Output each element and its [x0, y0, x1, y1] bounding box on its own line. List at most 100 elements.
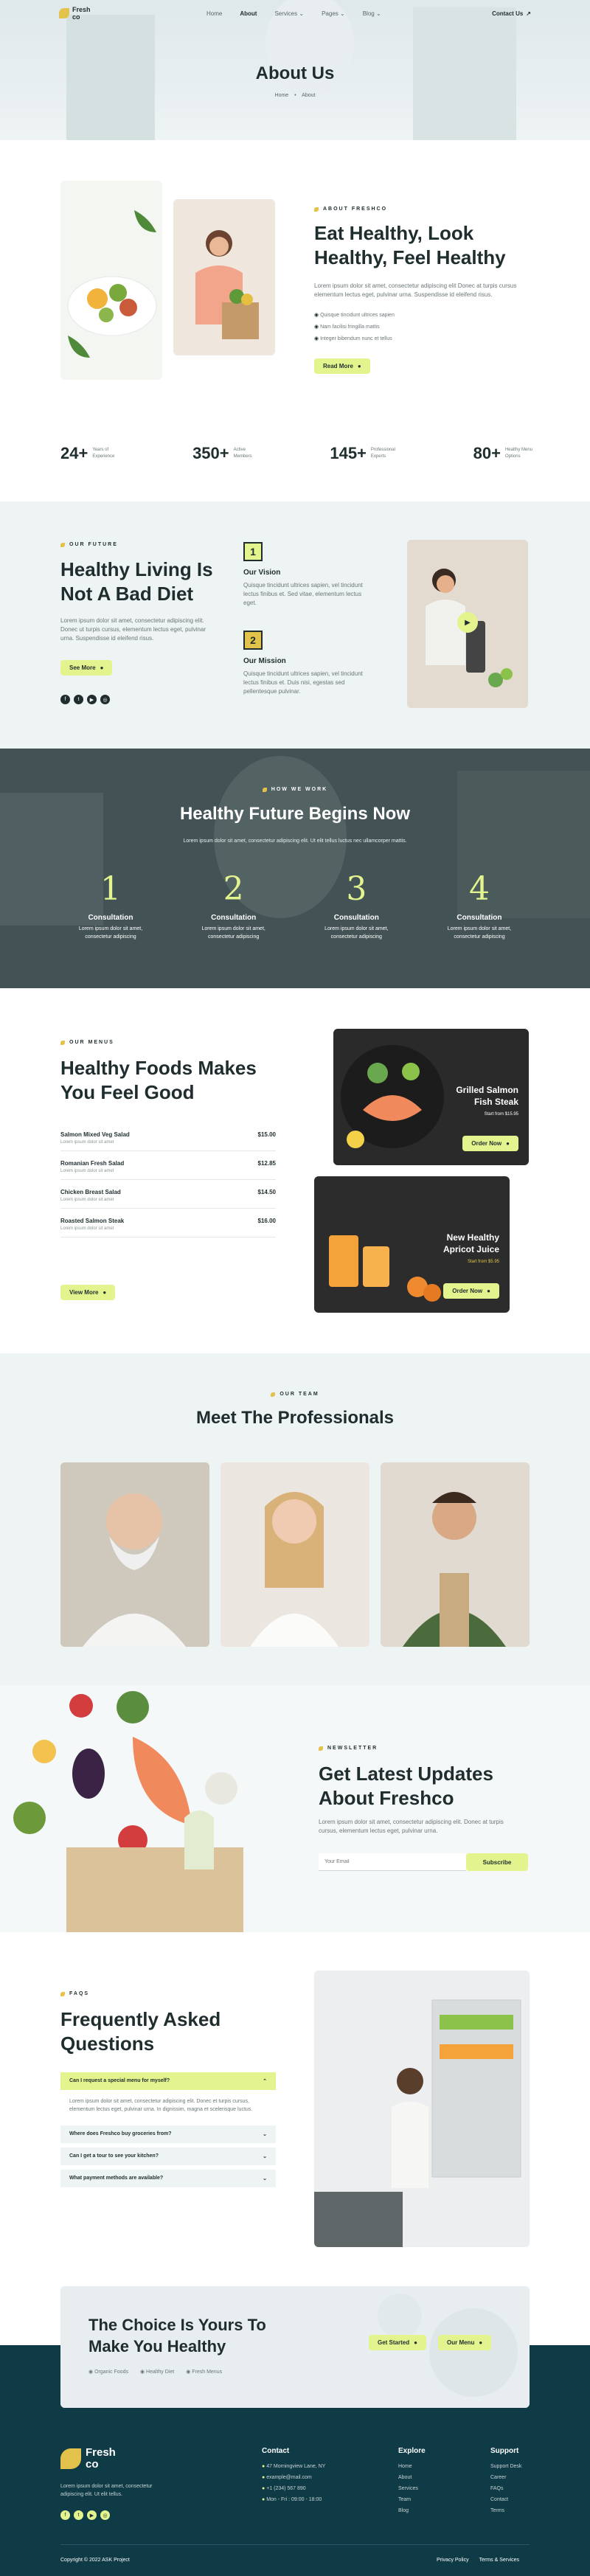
nav-services[interactable]: Services ⌄: [274, 10, 304, 17]
play-icon[interactable]: ▶: [457, 612, 478, 633]
breadcrumb-separator-icon: •: [294, 93, 296, 98]
order-now-button[interactable]: Order Now ●: [462, 1136, 518, 1151]
nav-pages[interactable]: Pages ⌄: [322, 10, 345, 17]
order-now-button[interactable]: Order Now ●: [443, 1283, 499, 1299]
footer-link[interactable]: Team: [398, 2494, 472, 2505]
faq-item-open[interactable]: Can I request a special menu for myself?…: [60, 2072, 276, 2090]
stat-item: 145+ Professional Experts: [330, 444, 395, 462]
twitter-icon[interactable]: t: [74, 695, 83, 704]
chevron-down-icon: ⌄: [299, 10, 305, 17]
number-two-icon: 2: [243, 631, 263, 650]
menu-label: OUR MENUS: [60, 1040, 114, 1045]
step-item: 3 Consultation Lorem ipsum dolor sit ame…: [324, 870, 389, 940]
footer-support: Support Support Desk Career FAQs Contact…: [490, 2447, 564, 2516]
chevron-down-icon: ⌄: [263, 2176, 267, 2181]
check-circle-icon: ◉: [88, 2370, 94, 2375]
nav-about[interactable]: About: [240, 10, 257, 17]
contact-item[interactable]: ● +1 (234) 567 890: [262, 2483, 372, 2494]
faq-item[interactable]: Where does Freshco buy groceries from? ⌄: [60, 2125, 276, 2143]
cta-banner: The Choice Is Yours To Make You Healthy ◉…: [60, 2286, 530, 2408]
team-member-photo[interactable]: [60, 1462, 209, 1647]
get-started-button[interactable]: Get Started ●: [369, 2335, 426, 2350]
arrow-icon: ↗: [526, 10, 531, 17]
facebook-icon[interactable]: f: [60, 695, 70, 704]
number-one-icon: 1: [243, 542, 263, 561]
youtube-icon[interactable]: ▶: [87, 2510, 97, 2520]
our-menu-button[interactable]: Our Menu ●: [438, 2335, 492, 2350]
view-more-button[interactable]: View More ●: [60, 1285, 116, 1300]
check-item: ◉ Integer bibendum nunc et tellus: [314, 336, 392, 341]
header: Fresh co Home About Services ⌄ Pages ⌄ B…: [59, 6, 531, 28]
location-icon: ●: [262, 2464, 266, 2469]
privacy-link[interactable]: Privacy Policy: [437, 2558, 469, 2563]
newsletter-title: Get Latest Updates About Freshco: [319, 1763, 493, 1809]
footer-logo[interactable]: Fresh co: [60, 2447, 208, 2471]
contact-item[interactable]: ● example@mail.com: [262, 2472, 372, 2483]
leaf-icon: [262, 787, 267, 792]
mail-icon: ●: [262, 2475, 266, 2480]
chevron-down-icon: ⌄: [340, 10, 345, 17]
footer-text: Lorem ipsum dolor sit amet, consectetur a…: [60, 2484, 153, 2497]
footer-link[interactable]: FAQs: [490, 2483, 564, 2494]
see-more-button[interactable]: See More ●: [60, 660, 113, 676]
faq-answer: Lorem ipsum dolor sit amet, consectetur …: [69, 2099, 253, 2112]
terms-link[interactable]: Terms & Services: [479, 2558, 519, 2563]
instagram-icon[interactable]: ◎: [100, 695, 110, 704]
logo-line2: co: [72, 13, 80, 21]
faq-section: FAQS Frequently Asked Questions Can I req…: [0, 1932, 590, 2286]
footer-link[interactable]: About: [398, 2472, 472, 2483]
menu-section: OUR MENUS Healthy Foods Makes You Feel Go…: [0, 988, 590, 1353]
facebook-icon[interactable]: f: [60, 2510, 70, 2520]
kitchen-background-image: [0, 749, 590, 988]
steps-title: Healthy Future Begins Now: [179, 804, 411, 824]
clock-icon: ●: [262, 2497, 266, 2502]
footer-contact: Contact ● 47 Morningview Lane, NY ● exam…: [262, 2447, 372, 2505]
menu-card-salmon[interactable]: Grilled Salmon Fish Steak Start from $15.…: [333, 1029, 529, 1165]
nav-blog[interactable]: Blog ⌄: [363, 10, 381, 17]
leaf-icon: [319, 1746, 323, 1751]
subscribe-button[interactable]: Subscribe: [466, 1853, 528, 1871]
footer-link[interactable]: Services: [398, 2483, 472, 2494]
faq-item[interactable]: Can I get a tour to see your kitchen? ⌄: [60, 2148, 276, 2165]
footer-link[interactable]: Contact: [490, 2494, 564, 2505]
menu-item[interactable]: Romanian Fresh Salad Lorem ipsum dolor si…: [60, 1151, 276, 1180]
menu-item[interactable]: Chicken Breast Salad Lorem ipsum dolor si…: [60, 1180, 276, 1209]
nav-home[interactable]: Home: [206, 10, 222, 17]
youtube-icon[interactable]: ▶: [87, 695, 97, 704]
stat-item: 24+ Years of Experience: [60, 444, 115, 462]
instagram-icon[interactable]: ◎: [100, 2510, 110, 2520]
arrow-right-icon: ●: [103, 1289, 107, 1296]
team-member-photo[interactable]: [381, 1462, 530, 1647]
video-thumbnail[interactable]: ▶: [407, 540, 528, 708]
leaf-icon: [60, 1040, 65, 1045]
leaf-icon: [314, 206, 319, 212]
footer-link[interactable]: Blog: [398, 2505, 472, 2516]
email-input[interactable]: [319, 1853, 466, 1871]
team-member-photo[interactable]: [221, 1462, 369, 1647]
social-icons: f t ▶ ◎: [60, 695, 110, 704]
faq-list: Can I request a special menu for myself?…: [60, 2072, 276, 2187]
footer-link[interactable]: Home: [398, 2461, 472, 2472]
newsletter-section: NEWSLETTER Get Latest Updates About Fresh…: [0, 1685, 590, 1932]
read-more-button[interactable]: Read More ●: [314, 358, 370, 374]
contact-button[interactable]: Contact Us ↗: [492, 10, 531, 17]
team-section: OUR TEAM Meet The Professionals: [0, 1353, 590, 1685]
menu-item[interactable]: Salmon Mixed Veg Salad Lorem ipsum dolor …: [60, 1127, 276, 1151]
team-title: Meet The Professionals: [195, 1408, 395, 1428]
menu-item[interactable]: Roasted Salmon Steak Lorem ipsum dolor si…: [60, 1209, 276, 1237]
breadcrumb-current: About: [302, 93, 316, 98]
breadcrumb-home[interactable]: Home: [275, 93, 289, 98]
check-circle-icon: ◉: [314, 313, 319, 318]
mission-text: Quisque tincidunt ultrices sapien, vel t…: [243, 670, 363, 695]
footer-link[interactable]: Support Desk: [490, 2461, 564, 2472]
footer-link[interactable]: Career: [490, 2472, 564, 2483]
twitter-icon[interactable]: t: [74, 2510, 83, 2520]
footer-link[interactable]: Terms: [490, 2505, 564, 2516]
faq-item[interactable]: What payment methods are available? ⌄: [60, 2170, 276, 2187]
menu-card-juice[interactable]: New Healthy Apricot Juice Start from $5.9…: [314, 1176, 510, 1313]
copyright: Copyright © 2022 ASK Project: [60, 2558, 130, 2563]
contact-item[interactable]: ● 47 Morningview Lane, NY: [262, 2461, 372, 2472]
mission-block: 2 Our Mission Quisque tincidunt ultrices…: [243, 631, 369, 696]
logo[interactable]: Fresh co: [59, 6, 91, 21]
stat-item: 80+ Healthy Menu Options: [473, 444, 532, 462]
